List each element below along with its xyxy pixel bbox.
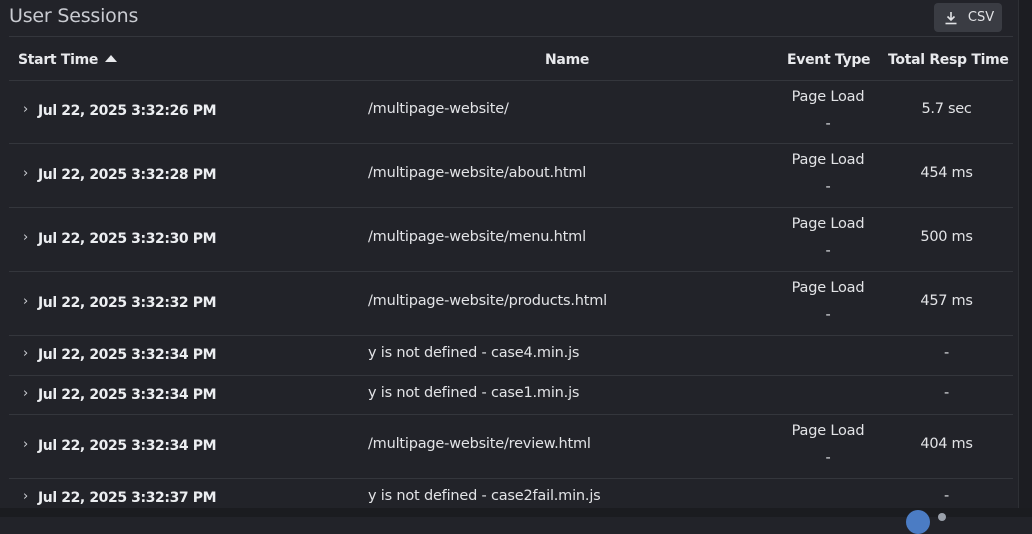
column-header-total-resp-time[interactable]: Total Resp Time xyxy=(888,52,1009,68)
table-row[interactable]: › Jul 22, 2025 3:32:37 PM y is not defin… xyxy=(9,479,1013,508)
vertical-scrollbar[interactable] xyxy=(1018,0,1032,517)
row-name: y is not defined - case4.min.js xyxy=(368,345,580,361)
chevron-right-icon[interactable]: › xyxy=(23,386,28,401)
column-header-name[interactable]: Name xyxy=(545,52,589,68)
row-start-time: Jul 22, 2025 3:32:37 PM xyxy=(38,490,217,506)
row-total-resp-time: 457 ms xyxy=(920,293,973,309)
row-start-time: Jul 22, 2025 3:32:26 PM xyxy=(38,103,217,119)
row-name: /multipage-website/about.html xyxy=(368,165,587,181)
row-total-resp-time: - xyxy=(944,345,949,361)
chevron-right-icon[interactable]: › xyxy=(23,102,28,117)
table-row[interactable]: › Jul 22, 2025 3:32:32 PM /multipage-web… xyxy=(9,272,1013,335)
chevron-right-icon[interactable]: › xyxy=(23,437,28,452)
chevron-right-icon[interactable]: › xyxy=(23,489,28,504)
row-start-time: Jul 22, 2025 3:32:32 PM xyxy=(38,295,217,311)
table-row[interactable]: › Jul 22, 2025 3:32:34 PM y is not defin… xyxy=(9,336,1013,375)
table-row[interactable]: › Jul 22, 2025 3:32:34 PM /multipage-web… xyxy=(9,415,1013,478)
csv-button-label: CSV xyxy=(967,10,995,25)
row-name: /multipage-website/products.html xyxy=(368,293,608,309)
row-start-time: Jul 22, 2025 3:32:34 PM xyxy=(38,387,217,403)
row-start-time: Jul 22, 2025 3:32:34 PM xyxy=(38,347,217,363)
divider xyxy=(9,36,1013,37)
csv-export-button[interactable]: CSV xyxy=(934,3,1002,32)
row-name: /multipage-website/menu.html xyxy=(368,229,586,245)
row-total-resp-time: 5.7 sec xyxy=(921,101,972,117)
chevron-right-icon[interactable]: › xyxy=(23,294,28,309)
row-name: y is not defined - case1.min.js xyxy=(368,385,580,401)
row-name: /multipage-website/review.html xyxy=(368,436,591,452)
chevron-right-icon[interactable]: › xyxy=(23,230,28,245)
row-total-resp-time: 404 ms xyxy=(920,436,973,452)
row-name: /multipage-website/ xyxy=(368,101,509,117)
row-start-time: Jul 22, 2025 3:32:28 PM xyxy=(38,167,217,183)
panel-title: User Sessions xyxy=(9,5,139,27)
status-dot-icon xyxy=(938,513,946,521)
row-name: y is not defined - case2fail.min.js xyxy=(368,488,601,504)
sort-ascending-icon xyxy=(105,55,118,62)
chevron-right-icon[interactable]: › xyxy=(23,166,28,181)
column-header-start-time[interactable]: Start Time xyxy=(18,52,118,68)
row-total-resp-time: - xyxy=(944,488,949,504)
row-total-resp-time: 454 ms xyxy=(920,165,973,181)
table-row[interactable]: › Jul 22, 2025 3:32:30 PM /multipage-web… xyxy=(9,208,1013,271)
table-row[interactable]: › Jul 22, 2025 3:32:28 PM /multipage-web… xyxy=(9,144,1013,207)
user-sessions-panel: User Sessions CSV Start Time Name Event … xyxy=(0,0,1018,517)
bottom-bar xyxy=(0,508,1032,517)
row-total-resp-time: 500 ms xyxy=(920,229,973,245)
help-icon[interactable] xyxy=(906,510,930,534)
row-total-resp-time: - xyxy=(944,385,949,401)
table-row[interactable]: › Jul 22, 2025 3:32:34 PM y is not defin… xyxy=(9,376,1013,414)
row-start-time: Jul 22, 2025 3:32:30 PM xyxy=(38,231,217,247)
table-row[interactable]: › Jul 22, 2025 3:32:26 PM /multipage-web… xyxy=(9,81,1013,143)
column-header-event-type[interactable]: Event Type xyxy=(787,52,871,68)
chevron-right-icon[interactable]: › xyxy=(23,346,28,361)
download-icon xyxy=(944,11,958,25)
row-start-time: Jul 22, 2025 3:32:34 PM xyxy=(38,438,217,454)
